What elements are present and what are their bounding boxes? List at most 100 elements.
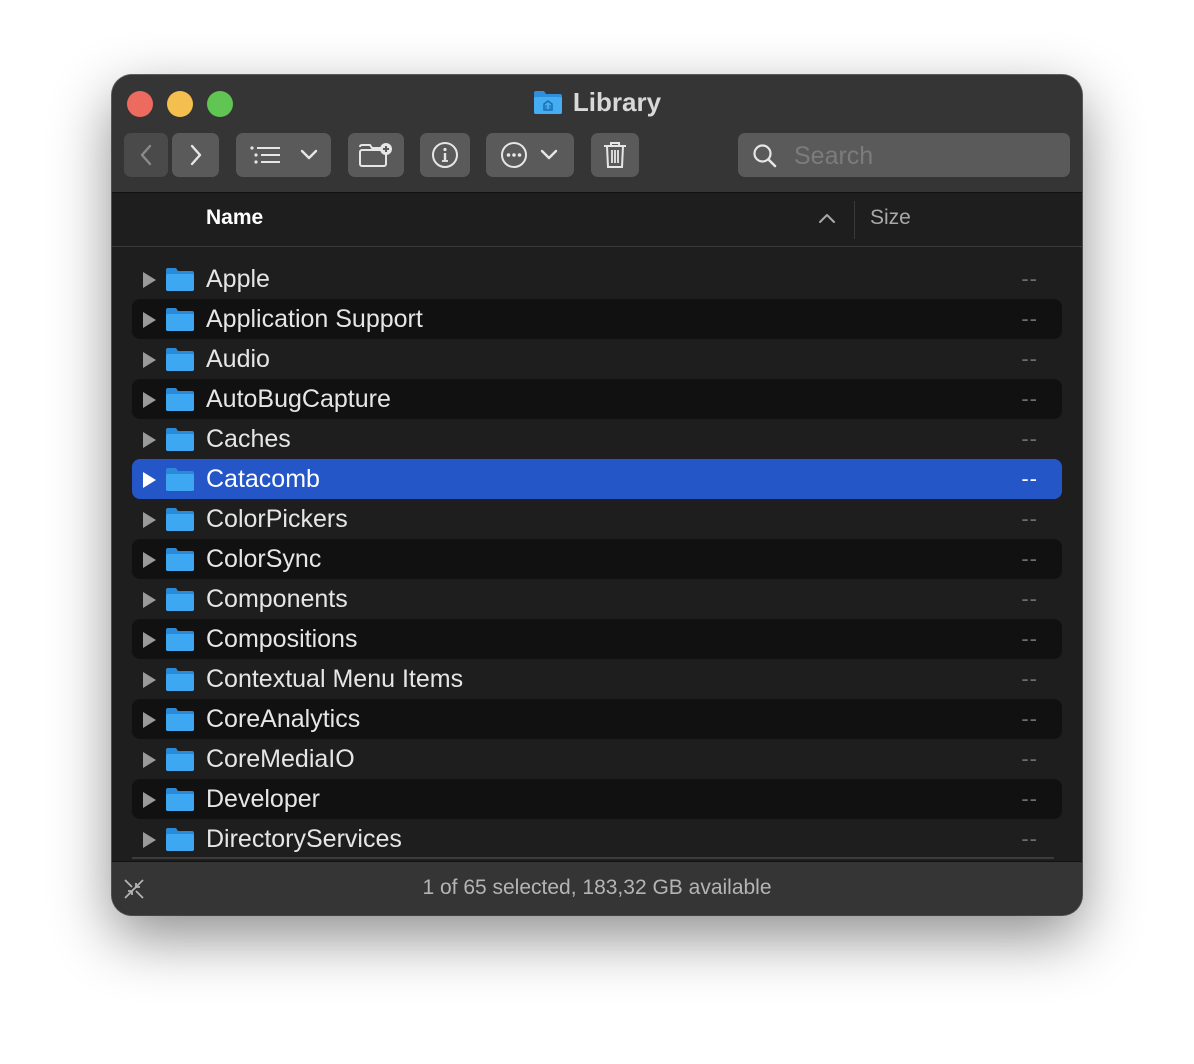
folder-icon (166, 268, 194, 291)
file-row[interactable]: CoreAnalytics -- (132, 699, 1062, 739)
trash-icon (604, 142, 626, 168)
disclosure-triangle-icon[interactable] (142, 711, 158, 729)
file-row[interactable]: Application Support -- (132, 299, 1062, 339)
folder-icon (166, 548, 194, 571)
chevron-down-icon (540, 149, 558, 160)
file-size: -- (1021, 506, 1038, 531)
search-field[interactable] (738, 133, 1070, 177)
finder-window: Library Search Name Size Apple -- Applic… (112, 75, 1082, 915)
folder-icon (166, 388, 194, 411)
disclosure-triangle-icon[interactable] (142, 631, 158, 649)
sort-ascending-icon[interactable] (818, 212, 836, 224)
disclosure-triangle-icon[interactable] (142, 591, 158, 609)
disclosure-triangle-icon[interactable] (142, 751, 158, 769)
file-size: -- (1021, 666, 1038, 691)
disclosure-triangle-icon[interactable] (142, 271, 158, 289)
disclosure-triangle-icon[interactable] (142, 351, 158, 369)
view-options-button[interactable] (236, 133, 331, 177)
column-header: Name Size (112, 193, 1082, 247)
file-name: ColorSync (206, 545, 322, 573)
file-size: -- (1021, 786, 1038, 811)
toolbar: Library (112, 75, 1082, 193)
back-button[interactable] (124, 133, 168, 177)
file-name: Components (206, 585, 348, 613)
folder-icon (166, 468, 194, 491)
disclosure-triangle-icon[interactable] (142, 551, 158, 569)
disclosure-triangle-icon[interactable] (142, 431, 158, 449)
file-name: AutoBugCapture (206, 385, 391, 413)
chevron-right-icon (190, 144, 201, 166)
horizontal-scrollbar[interactable] (132, 857, 1054, 859)
ellipsis-circle-icon (501, 142, 527, 168)
folder-icon (166, 748, 194, 771)
file-size: -- (1021, 466, 1038, 491)
folder-icon (166, 428, 194, 451)
file-row[interactable]: DirectoryServices -- (132, 819, 1062, 859)
library-folder-icon (533, 89, 563, 122)
name-column-header[interactable]: Name (206, 206, 263, 230)
file-name: ColorPickers (206, 505, 348, 533)
folder-icon (166, 348, 194, 371)
file-name: Audio (206, 345, 270, 373)
search-icon (753, 144, 777, 168)
disclosure-triangle-icon[interactable] (142, 831, 158, 849)
file-size: -- (1021, 706, 1038, 731)
file-size: -- (1021, 346, 1038, 371)
disclosure-triangle-icon[interactable] (142, 511, 158, 529)
size-column-header[interactable]: Size (870, 206, 911, 230)
file-size: -- (1021, 306, 1038, 331)
file-name: Caches (206, 425, 291, 453)
file-row[interactable]: Developer -- (132, 779, 1062, 819)
forward-button[interactable] (172, 133, 219, 177)
disclosure-triangle-icon[interactable] (142, 391, 158, 409)
disclosure-triangle-icon[interactable] (142, 471, 158, 489)
file-row[interactable]: Components -- (132, 579, 1062, 619)
file-size: -- (1021, 426, 1038, 451)
file-name: CoreAnalytics (206, 705, 361, 733)
disclosure-triangle-icon[interactable] (142, 311, 158, 329)
file-row[interactable]: AutoBugCapture -- (132, 379, 1062, 419)
file-row[interactable]: CoreMediaIO -- (132, 739, 1062, 779)
folder-icon (166, 628, 194, 651)
file-name: Contextual Menu Items (206, 665, 464, 693)
chevron-left-icon (140, 144, 152, 166)
disclosure-triangle-icon[interactable] (142, 671, 158, 689)
file-size: -- (1021, 746, 1038, 771)
file-row[interactable]: Catacomb -- (132, 459, 1062, 499)
folder-icon (166, 828, 194, 851)
search-input[interactable] (792, 139, 1056, 173)
file-name: DirectoryServices (206, 825, 402, 853)
window-title-text: Library (572, 87, 662, 117)
file-name: Catacomb (206, 465, 320, 493)
folder-icon (166, 668, 194, 691)
file-size: -- (1021, 386, 1038, 411)
file-name: Compositions (206, 625, 358, 653)
file-row[interactable]: ColorSync -- (132, 539, 1062, 579)
file-size: -- (1021, 546, 1038, 571)
list-view-icon (249, 146, 280, 164)
disclosure-triangle-icon[interactable] (142, 791, 158, 809)
info-icon (432, 142, 458, 168)
window-title: Library (112, 87, 1082, 122)
get-info-button[interactable] (420, 133, 470, 177)
file-name: Application Support (206, 305, 423, 333)
file-row[interactable]: ColorPickers -- (132, 499, 1062, 539)
file-name: Apple (206, 265, 270, 293)
file-size: -- (1021, 586, 1038, 611)
more-actions-button[interactable] (486, 133, 574, 177)
folder-icon (166, 588, 194, 611)
file-row[interactable]: Compositions -- (132, 619, 1062, 659)
file-row[interactable]: Contextual Menu Items -- (132, 659, 1062, 699)
column-divider[interactable] (854, 201, 855, 239)
trash-button[interactable] (591, 133, 639, 177)
folder-icon (166, 708, 194, 731)
folder-icon (166, 308, 194, 331)
file-row[interactable]: Audio -- (132, 339, 1062, 379)
file-list: Apple -- Application Support -- Audio -- AutoB… (112, 259, 1082, 859)
file-name: Developer (206, 785, 320, 813)
new-folder-button[interactable] (348, 133, 404, 177)
file-row[interactable]: Apple -- (132, 259, 1062, 299)
file-row[interactable]: Caches -- (132, 419, 1062, 459)
file-size: -- (1021, 826, 1038, 851)
folder-icon (166, 508, 194, 531)
